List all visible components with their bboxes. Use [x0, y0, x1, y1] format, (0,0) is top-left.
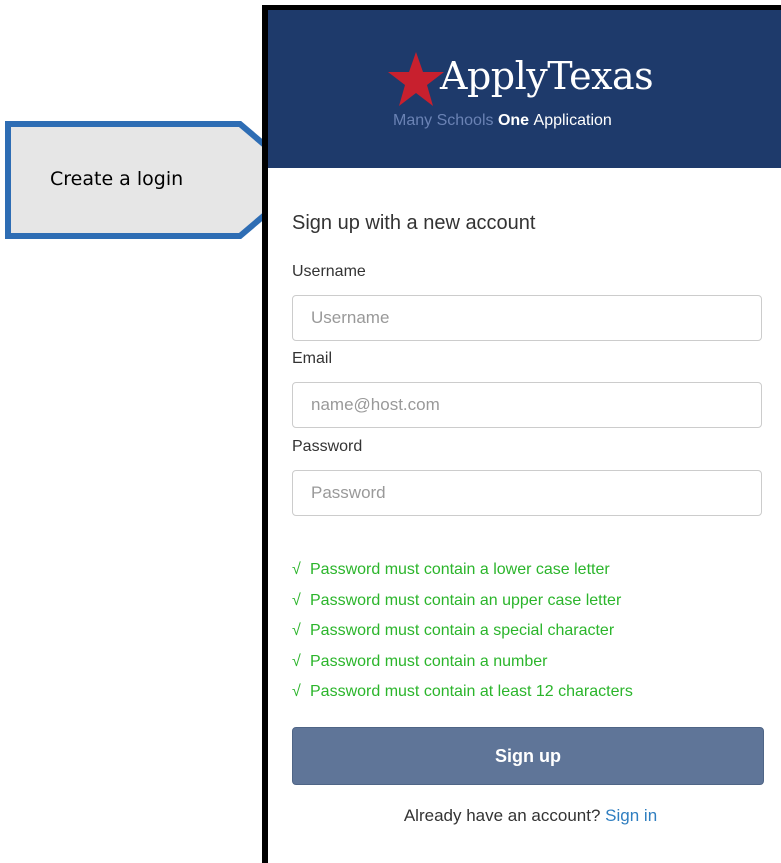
signin-prompt: Already have an account? [403, 806, 601, 825]
check-icon: √ [292, 652, 301, 670]
password-rule: √ Password must contain a number [292, 647, 633, 678]
signin-link[interactable]: Sign in [605, 806, 657, 825]
tagline-app: Application [533, 112, 612, 129]
email-label: Email [292, 350, 333, 367]
password-rule: √ Password must contain an upper case let… [292, 586, 633, 617]
password-rules-list: √ Password must contain a lower case lett… [292, 555, 633, 708]
check-icon: √ [292, 591, 301, 609]
username-label: Username [292, 263, 366, 280]
tagline-one: One [497, 112, 530, 129]
brand-tagline: Many Schools One Application [393, 112, 612, 130]
signup-button[interactable]: Sign up [292, 727, 764, 785]
password-rule: √ Password must contain at least 12 chara… [292, 677, 633, 708]
check-icon: √ [292, 561, 301, 578]
username-input[interactable] [292, 295, 762, 341]
password-input[interactable] [292, 470, 762, 516]
brand-banner: ApplyTexas Many Schools One Application [268, 10, 781, 168]
signup-panel: ApplyTexas Many Schools One Application … [262, 5, 781, 863]
password-rule: √ Password must contain a lower case lett… [292, 555, 633, 586]
form-heading: Sign up with a new account [292, 212, 536, 234]
star-icon [388, 52, 444, 106]
signin-prompt-line: Already have an account? Sign in [268, 806, 781, 826]
password-label: Password [292, 438, 363, 455]
callout-text: Create a login [50, 168, 184, 190]
brand-title: ApplyTexas [440, 54, 654, 98]
password-rule: √ Password must contain a special charact… [292, 616, 633, 647]
email-input[interactable] [292, 382, 762, 428]
tagline-many: Many Schools [393, 112, 494, 129]
check-icon: √ [292, 683, 301, 700]
check-icon: √ [292, 622, 301, 639]
